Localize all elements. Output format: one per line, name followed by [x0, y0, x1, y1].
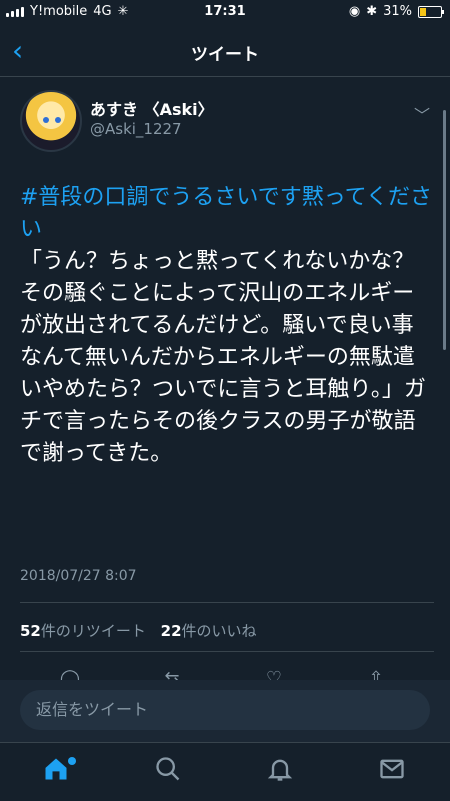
tweet-actions: ◯ ⇆ ♡ ⇧: [0, 668, 450, 680]
tab-notifications[interactable]: [266, 755, 298, 787]
retweet-icon[interactable]: ⇆: [160, 668, 184, 680]
navigation-bar: ‹ ツイート: [0, 24, 450, 77]
tweet-author: あすき 〈Aski〉 @Aski_1227 ﹀: [20, 90, 430, 160]
status-right: ◉ ✱ 31%: [348, 4, 444, 19]
orientation-lock-icon: ◉: [348, 4, 361, 19]
page-title: ツイート: [191, 45, 259, 65]
author-name[interactable]: あすき 〈Aski〉: [90, 96, 214, 120]
battery-fill: [420, 7, 427, 16]
author-handle[interactable]: @Aski_1227: [90, 120, 182, 138]
retweet-count-label: 件のリツイート: [40, 622, 146, 640]
like-count[interactable]: 22件のいいね: [161, 622, 257, 640]
tweet-text: 「うん？ちょっと黙ってくれないかな？その騒ぐことによって沢山のエネルギーが放出さ…: [20, 249, 426, 466]
tab-messages[interactable]: [378, 755, 410, 787]
status-bar: Y!mobile 4G ✳ 17:31 ◉ ✱ 31%: [0, 0, 450, 24]
hashtag-link[interactable]: #普段の口調でうるさいです黙ってください: [20, 185, 432, 242]
reply-input[interactable]: [20, 690, 430, 730]
tweet-timestamp: 2018/07/27 8:07: [20, 568, 137, 584]
tweet-content: #普段の口調でうるさいです黙ってください 「うん？ちょっと黙ってくれないかな？そ…: [20, 182, 432, 470]
retweet-count[interactable]: 52件のリツイート: [20, 622, 146, 640]
tab-bar: [0, 742, 450, 801]
reply-bar: [0, 680, 450, 742]
battery-icon: [418, 5, 444, 18]
reply-icon[interactable]: ◯: [58, 668, 82, 680]
tab-search[interactable]: [154, 755, 186, 787]
tweet-stats: 52件のリツイート 22件のいいね: [20, 620, 267, 641]
avatar[interactable]: [20, 90, 82, 152]
messages-icon: [380, 759, 404, 779]
divider: [20, 602, 434, 603]
divider: [20, 651, 434, 652]
retweet-count-number: 52: [20, 622, 41, 640]
search-icon: [156, 757, 180, 781]
scrollbar[interactable]: [443, 110, 446, 350]
bluetooth-icon: ✱: [366, 4, 378, 19]
new-activity-dot: [68, 757, 76, 765]
chevron-down-icon[interactable]: ﹀: [414, 102, 430, 126]
tab-home[interactable]: [42, 755, 76, 787]
battery-percent: 31%: [383, 4, 412, 19]
notifications-icon: [267, 759, 293, 781]
like-count-label: 件のいいね: [181, 622, 257, 640]
like-count-number: 22: [160, 622, 182, 640]
like-icon[interactable]: ♡: [262, 668, 286, 680]
home-icon: [45, 758, 67, 780]
share-icon[interactable]: ⇧: [364, 668, 388, 680]
